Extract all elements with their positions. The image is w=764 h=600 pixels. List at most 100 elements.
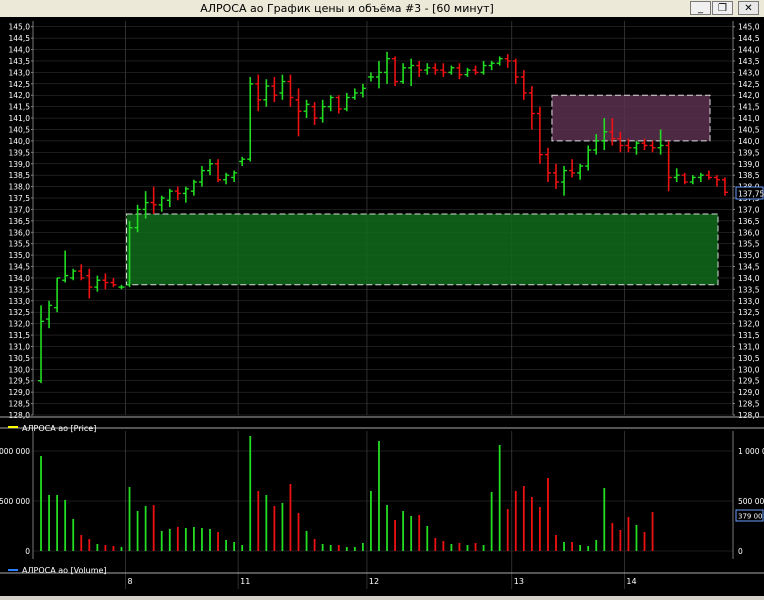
chart-area[interactable]: 145,0 144,5 144,0 143,5 143,0 142,5 142,0 141,5… [0,17,764,596]
price-bar [102,273,109,290]
volume-bar [345,547,348,551]
volume-bar [337,545,340,551]
volume-bar [273,506,276,551]
price-bar [432,63,439,75]
volume-bar [265,495,268,551]
price-bar [375,60,382,89]
price-axis-label-left: 129,0 [9,388,31,397]
price-bar [54,277,61,313]
price-bar [110,277,117,288]
volume-bar [249,436,252,551]
volume-axis-label-right: 500 00 [738,497,764,506]
price-axis-label-right: 128,0 [738,411,760,420]
price-bar [343,92,350,112]
date-label: 8 [128,577,133,586]
price-axis-label-left: 141,5 [9,103,31,112]
date-label: 14 [626,577,636,586]
price-bar [488,60,495,71]
volume-bar [498,445,501,551]
volume-bar [136,511,139,551]
price-axis-right: 145,0 144,5 144,0 143,5 143,0 142,5 142,0 141,5… [733,23,760,420]
price-axis-label-left: 128,0 [9,411,31,420]
volume-bar [241,545,244,551]
price-bar [689,175,696,185]
volume-bar [643,532,646,551]
date-label: 13 [514,577,524,586]
price-bar [553,163,559,189]
volume-bar [361,543,364,551]
price-axis-label-left: 132,5 [9,308,31,317]
price-bar [384,51,391,84]
price-axis-label-left: 143,0 [9,68,31,77]
minimize-button[interactable]: _ [690,1,711,15]
volume-bar [474,543,477,551]
price-bar [351,88,358,100]
volume-bar [160,531,163,551]
support-zone[interactable] [126,213,719,286]
price-axis-label-right: 132,0 [738,320,760,329]
price-axis-label-right: 142,0 [738,91,760,100]
price-volume-chart[interactable]: 145,0 144,5 144,0 143,5 143,0 142,5 142,0 141,5… [0,17,764,596]
price-axis-label-left: 138,0 [9,183,31,192]
price-bar [367,72,374,82]
price-axis-label-right: 144,0 [738,46,760,55]
price-axis-label-left: 135,0 [9,251,31,260]
price-axis-label-right: 143,5 [738,57,760,66]
price-axis-label-right: 141,0 [738,114,760,123]
volume-axis-label-left: 0 [25,547,30,556]
volume-bar [193,527,195,551]
price-axis-label-left: 139,0 [9,160,31,169]
volume-bar [611,523,614,551]
volume-legend[interactable]: АЛРОСА ао [Volume] [8,566,107,575]
current-price-label: 137,75 [738,190,764,199]
price-bar [577,163,584,180]
price-bar [416,60,423,77]
volume-bar [522,486,525,551]
resistance-zone[interactable] [551,94,711,142]
price-bar [231,170,238,183]
price-bar [319,99,326,123]
restore-button[interactable]: ❐ [712,1,733,15]
price-axis-label-left: 133,5 [9,285,31,294]
price-axis-label-left: 144,0 [9,46,31,55]
volume-bar [378,441,380,551]
volume-bar [112,546,115,551]
price-bar [681,172,688,185]
price-axis-label-right: 139,0 [738,160,760,169]
price-legend[interactable]: АЛРОСА ао [Price] [8,424,96,433]
volume-bar [394,520,396,551]
price-bar [255,74,262,112]
price-axis-label-right: 140,0 [738,137,760,146]
volume-bar [442,541,445,551]
window-title-bar[interactable]: АЛРОСА ао График цены и объёма #3 - [60 … [0,0,764,18]
close-button[interactable]: ✕ [738,1,759,15]
volume-bar [386,505,388,551]
volume-bar [104,545,107,551]
price-axis-label-right: 145,0 [738,23,760,32]
volume-bar [370,491,372,551]
price-bar [456,63,463,80]
price-bar [271,76,278,103]
price-bar [303,99,310,119]
price-bar [190,179,197,196]
date-axis: 8 11 12 13 14 [128,577,637,586]
window-title: АЛРОСА ао График цены и объёма #3 - [60 … [200,2,494,15]
current-price-marker: 137,75 [735,186,764,200]
price-axis-label-right: 142,5 [738,80,760,89]
volume-bar [209,529,211,551]
price-bar [448,65,455,75]
price-axis-label-left: 142,5 [9,80,31,89]
volume-bar [410,516,413,551]
volume-bar [257,491,260,551]
current-volume-label: 379 00 [738,513,763,521]
price-axis-label-left: 136,0 [9,228,31,237]
volume-bar [48,495,50,551]
volume-axis-label-right: 0 [738,547,743,556]
price-axis-label-right: 139,5 [738,148,760,157]
price-bar [70,268,77,281]
price-axis-label-left: 140,0 [9,137,31,146]
price-bar [215,159,222,183]
volume-bar [168,529,171,551]
volume-bar [651,512,654,551]
price-bar [569,159,576,178]
